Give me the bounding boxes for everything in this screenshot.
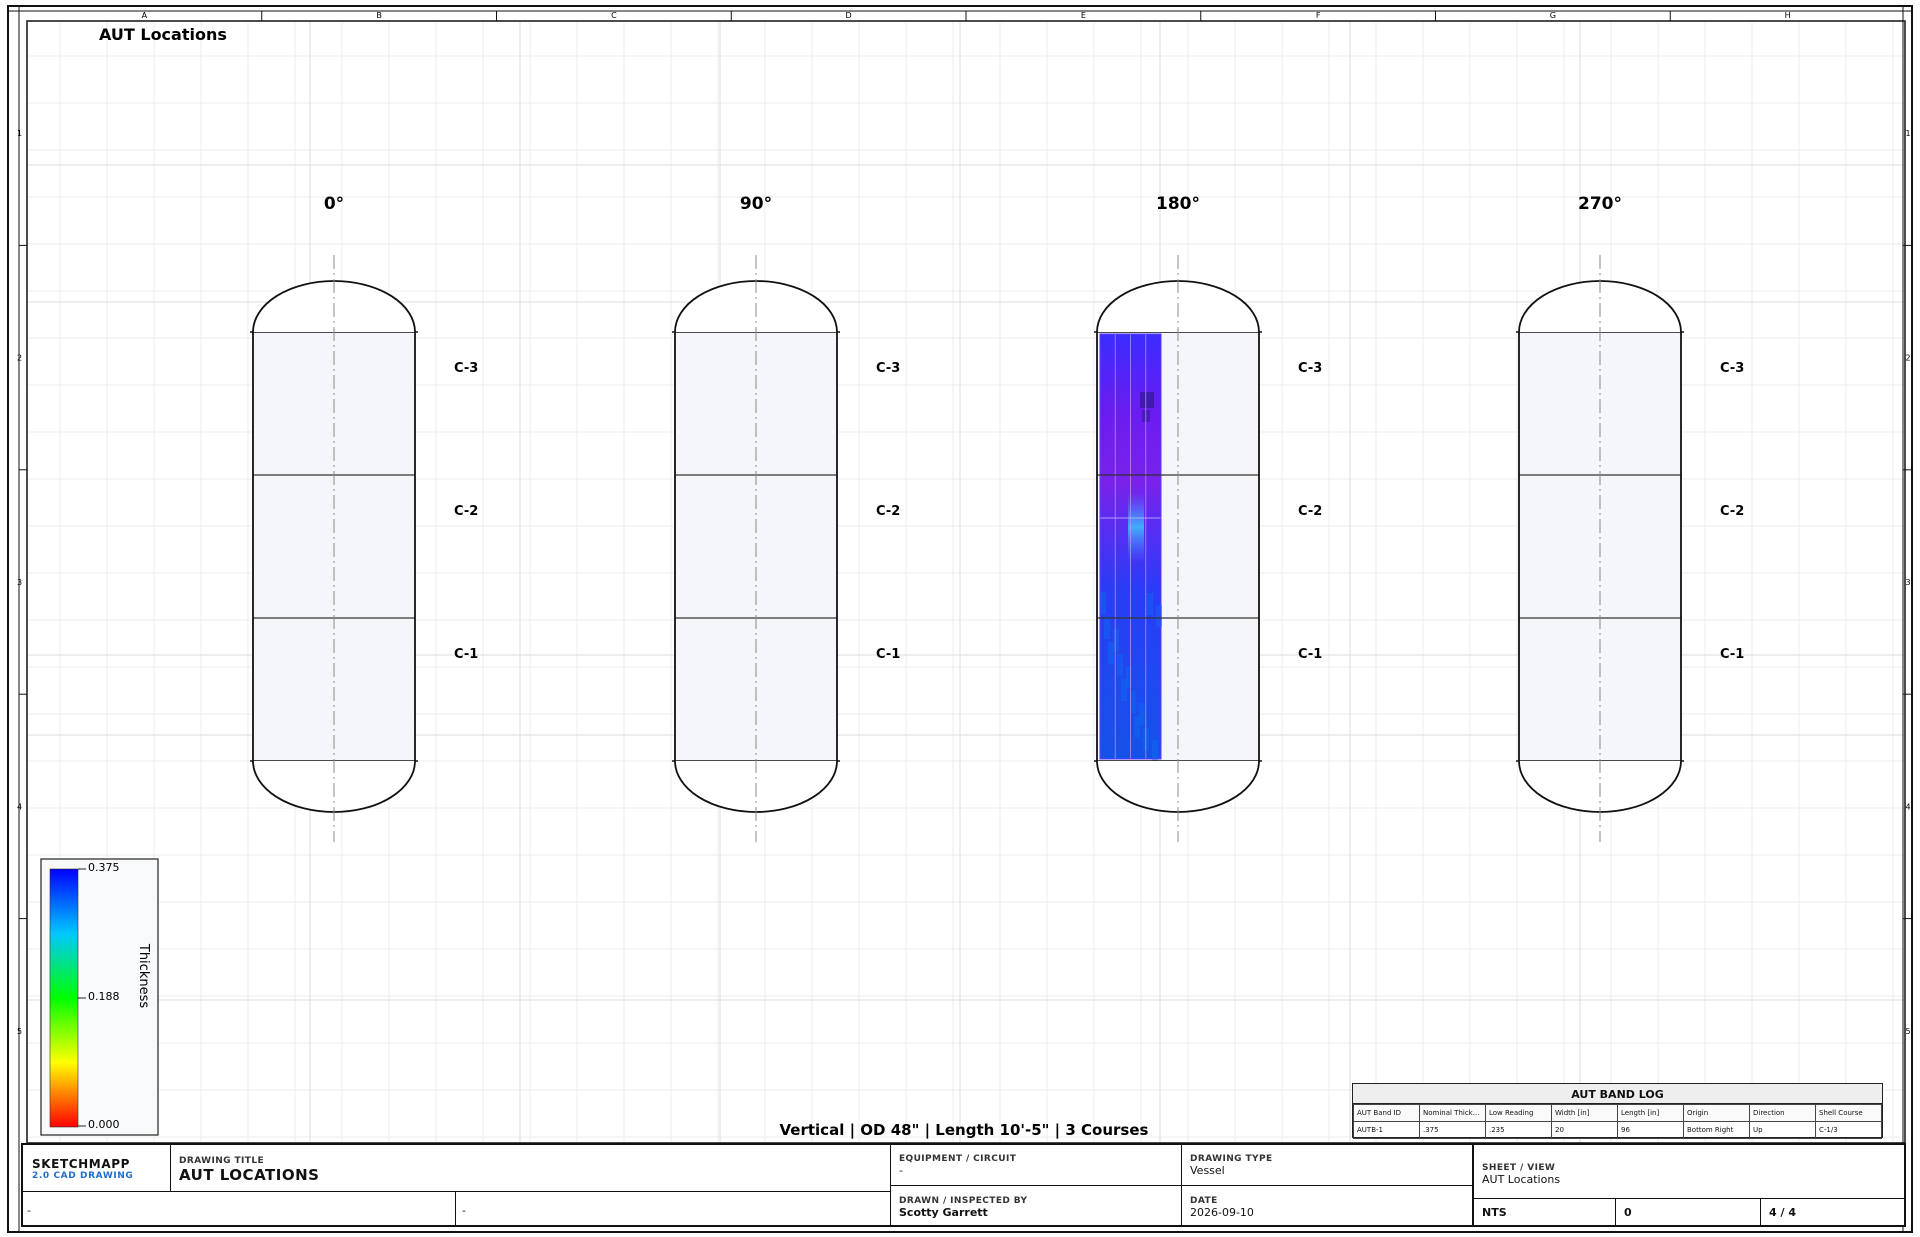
drawing-type-cell: DRAWING TYPE Vessel xyxy=(1181,1145,1472,1186)
band-log-cell: Bottom Right xyxy=(1683,1121,1750,1139)
course-label-C-2: C-2 xyxy=(876,504,900,519)
course-label-C-2: C-2 xyxy=(1720,504,1744,519)
drawing-title-label: DRAWING TITLE xyxy=(179,1156,265,1166)
band-log-header-6: Direction xyxy=(1749,1104,1816,1122)
sheet-view-value: AUT Locations xyxy=(1482,1173,1561,1186)
legend-max-label: 0.375 xyxy=(88,861,120,874)
course-label-C-1: C-1 xyxy=(1298,647,1322,662)
equipment-cell: EQUIPMENT / CIRCUIT - xyxy=(890,1145,1181,1186)
blank-left-value: - xyxy=(27,1204,31,1217)
view-angle-label: 180° xyxy=(1156,194,1200,214)
course-label-C-2: C-2 xyxy=(1298,504,1322,519)
drawing-type-label: DRAWING TYPE xyxy=(1190,1154,1273,1164)
column-ref-E: E xyxy=(1081,11,1086,20)
view-angle-label: 270° xyxy=(1578,194,1622,214)
scale-value: NTS xyxy=(1482,1206,1507,1219)
band-log-header-0: AUT Band ID xyxy=(1353,1104,1420,1122)
date-cell: DATE 2026-09-10 xyxy=(1181,1186,1472,1225)
band-log-header-3: Width [in] xyxy=(1551,1104,1618,1122)
row-ref-right-2: 2 xyxy=(1905,354,1910,363)
drawn-by-value: Scotty Garrett xyxy=(899,1206,988,1219)
band-log-body: AUTB-1.375.235 20 96 Bottom Right Up C-1/3 xyxy=(1353,1121,1882,1139)
thickness-legend: 0.375 0.188 0.000 Thickness xyxy=(40,858,159,1136)
band-log-title: AUT BAND LOG xyxy=(1353,1084,1882,1104)
revision-cell: 0 xyxy=(1615,1199,1760,1225)
row-ref-left-1: 1 xyxy=(17,129,22,138)
sheet-view-label: SHEET / VIEW xyxy=(1482,1163,1556,1173)
sheet-number-value: 4 / 4 xyxy=(1769,1206,1796,1219)
band-log-header-2: Low Reading xyxy=(1485,1104,1552,1122)
aut-scan-band xyxy=(1099,333,1162,762)
column-ref-F: F xyxy=(1316,11,1321,20)
revision-value: 0 xyxy=(1624,1206,1632,1219)
equipment-value: - xyxy=(899,1164,903,1177)
course-label-C-1: C-1 xyxy=(876,647,900,662)
band-log-header-5: Origin xyxy=(1683,1104,1750,1122)
sheet-number-cell: 4 / 4 xyxy=(1760,1199,1906,1225)
band-log-cell: .235 xyxy=(1485,1121,1552,1139)
sheet-title: AUT Locations xyxy=(99,25,227,44)
band-log-cell: C-1/3 xyxy=(1815,1121,1882,1139)
blank-left-cell: - xyxy=(23,1191,456,1225)
drawing-sheet: A B C D E F G H 1 1 2 2 3 3 4 4 5 5 AUT Locations 0° C-3 C… xyxy=(7,5,1913,1233)
vessel-summary: Vertical | OD 48" | Length 10'-5" | 3 Co… xyxy=(780,1121,1149,1140)
legend-mid-label: 0.188 xyxy=(88,990,120,1003)
band-log-header-4: Length [in] xyxy=(1617,1104,1684,1122)
row-ref-right-3: 3 xyxy=(1905,578,1910,587)
course-label-C-1: C-1 xyxy=(1720,647,1744,662)
legend-color-bar xyxy=(49,868,79,1128)
legend-min-label: 0.000 xyxy=(88,1118,120,1131)
column-ref-H: H xyxy=(1785,11,1791,20)
band-log-cell: .375 xyxy=(1419,1121,1486,1139)
scale-cell: NTS xyxy=(1472,1199,1615,1225)
title-block: SKETCHMAPP 2.0 CAD DRAWING DRAWING TITLE… xyxy=(21,1143,1906,1227)
column-reference-letters: A B C D E F G H xyxy=(142,11,1791,21)
band-log-cell: Up xyxy=(1749,1121,1816,1139)
date-label: DATE xyxy=(1190,1196,1218,1206)
date-value: 2026-09-10 xyxy=(1190,1206,1254,1219)
row-ref-left-3: 3 xyxy=(17,578,22,587)
band-log-header-row: AUT Band ID Nominal Thick... Low Reading Wi… xyxy=(1353,1104,1882,1122)
brand-subtitle: 2.0 CAD DRAWING xyxy=(32,1171,134,1181)
course-label-C-2: C-2 xyxy=(454,504,478,519)
band-log-cell: 96 xyxy=(1617,1121,1684,1139)
band-log-cell: 20 xyxy=(1551,1121,1618,1139)
drawing-title: AUT LOCATIONS xyxy=(179,1166,320,1184)
row-ref-left-5: 5 xyxy=(17,1027,22,1036)
column-ref-A: A xyxy=(142,11,148,20)
drawing-title-cell: DRAWING TITLE AUT LOCATIONS xyxy=(171,1145,890,1191)
course-label-C-1: C-1 xyxy=(454,647,478,662)
legend-title: Thickness xyxy=(136,943,151,1008)
band-log-header-7: Shell Course xyxy=(1815,1104,1882,1122)
drawn-by-cell: DRAWN / INSPECTED BY Scotty Garrett xyxy=(890,1186,1181,1225)
row-ref-right-1: 1 xyxy=(1905,129,1910,138)
brand-cell: SKETCHMAPP 2.0 CAD DRAWING xyxy=(23,1145,171,1191)
band-log-cell: AUTB-1 xyxy=(1353,1121,1420,1139)
blank-mid-cell: - xyxy=(456,1191,890,1225)
column-ref-D: D xyxy=(846,11,852,20)
band-log-table: AUT Band ID Nominal Thick... Low Reading Wi… xyxy=(1353,1104,1882,1139)
row-ref-left-2: 2 xyxy=(17,354,22,363)
brand-name: SKETCHMAPP xyxy=(32,1157,130,1171)
blank-mid-value: - xyxy=(462,1204,466,1217)
row-ref-right-5: 5 xyxy=(1905,1027,1910,1036)
drawn-by-label: DRAWN / INSPECTED BY xyxy=(899,1196,1028,1206)
drawing-type-value: Vessel xyxy=(1190,1164,1225,1177)
course-label-C-3: C-3 xyxy=(1720,361,1744,376)
column-ref-B: B xyxy=(376,11,382,20)
table-row: AUTB-1.375.235 20 96 Bottom Right Up C-1/3 xyxy=(1353,1121,1882,1139)
sheet-view-cell: SHEET / VIEW AUT Locations xyxy=(1472,1145,1906,1199)
view-angle-label: 0° xyxy=(324,194,344,214)
course-label-C-3: C-3 xyxy=(876,361,900,376)
column-ref-G: G xyxy=(1550,11,1556,20)
aut-band-log: AUT BAND LOG AUT Band ID Nominal Thick...… xyxy=(1352,1083,1883,1139)
row-ref-left-4: 4 xyxy=(17,802,22,811)
course-label-C-3: C-3 xyxy=(1298,361,1322,376)
course-label-C-3: C-3 xyxy=(454,361,478,376)
view-angle-label: 90° xyxy=(740,194,772,214)
equipment-label: EQUIPMENT / CIRCUIT xyxy=(899,1154,1017,1164)
column-ref-C: C xyxy=(611,11,617,20)
band-log-header-1: Nominal Thick... xyxy=(1419,1104,1486,1122)
row-ref-right-4: 4 xyxy=(1905,802,1910,811)
